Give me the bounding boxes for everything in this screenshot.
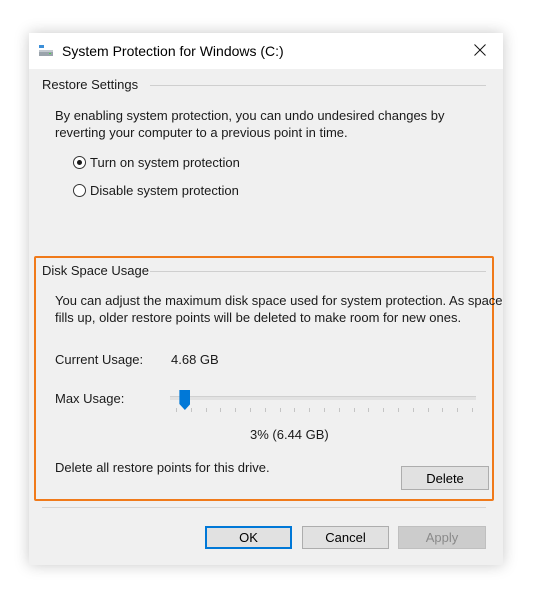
close-icon	[474, 43, 486, 59]
slider-tick	[398, 408, 399, 412]
slider-tick	[176, 408, 177, 412]
radio-disable-protection[interactable]: Disable system protection	[73, 183, 239, 198]
title-bar: System Protection for Windows (C:)	[29, 33, 503, 69]
ok-button[interactable]: OK	[205, 526, 292, 549]
disk-space-divider	[150, 271, 486, 272]
radio-label-turn-on: Turn on system protection	[90, 155, 240, 170]
current-usage-label: Current Usage:	[55, 352, 144, 367]
drive-icon	[38, 44, 54, 58]
slider-tick	[472, 408, 473, 412]
slider-tick	[190, 408, 192, 412]
slider-tick	[294, 408, 296, 412]
slider-tick	[220, 408, 222, 412]
slider-tick	[235, 408, 237, 412]
slider-tick	[383, 408, 385, 412]
apply-button[interactable]: Apply	[398, 526, 486, 549]
max-usage-value: 3% (6.44 GB)	[250, 427, 329, 442]
cancel-button[interactable]: Cancel	[302, 526, 389, 549]
radio-button-unchecked[interactable]	[73, 184, 86, 197]
restore-settings-description: By enabling system protection, you can u…	[55, 108, 445, 140]
slider-tick	[279, 408, 281, 412]
slider-tick	[457, 408, 459, 412]
slider-tick	[250, 408, 251, 412]
close-button[interactable]	[457, 33, 503, 69]
radio-turn-on-protection[interactable]: Turn on system protection	[73, 155, 240, 170]
max-usage-slider[interactable]	[170, 396, 476, 400]
current-usage-value: 4.68 GB	[171, 352, 219, 367]
delete-button[interactable]: Delete	[401, 466, 489, 490]
disk-space-label: Disk Space Usage	[42, 263, 149, 278]
window-title: System Protection for Windows (C:)	[62, 43, 284, 59]
restore-settings-divider	[150, 85, 486, 86]
restore-settings-label: Restore Settings	[42, 77, 139, 92]
slider-tick	[338, 408, 340, 412]
slider-tick	[368, 408, 370, 412]
radio-button-checked[interactable]	[73, 156, 86, 169]
delete-description: Delete all restore points for this drive…	[55, 460, 270, 475]
footer-divider	[42, 507, 486, 508]
slider-tick	[427, 408, 429, 412]
slider-tick	[309, 408, 311, 412]
slider-tick	[442, 408, 444, 412]
max-usage-label: Max Usage:	[55, 391, 125, 406]
radio-label-disable: Disable system protection	[90, 183, 239, 198]
slider-tick	[324, 408, 325, 412]
slider-tick	[353, 408, 355, 412]
slider-tick	[205, 408, 207, 412]
slider-tick	[412, 408, 414, 412]
slider-tick	[264, 408, 266, 412]
disk-space-description: You can adjust the maximum disk space us…	[55, 293, 503, 325]
